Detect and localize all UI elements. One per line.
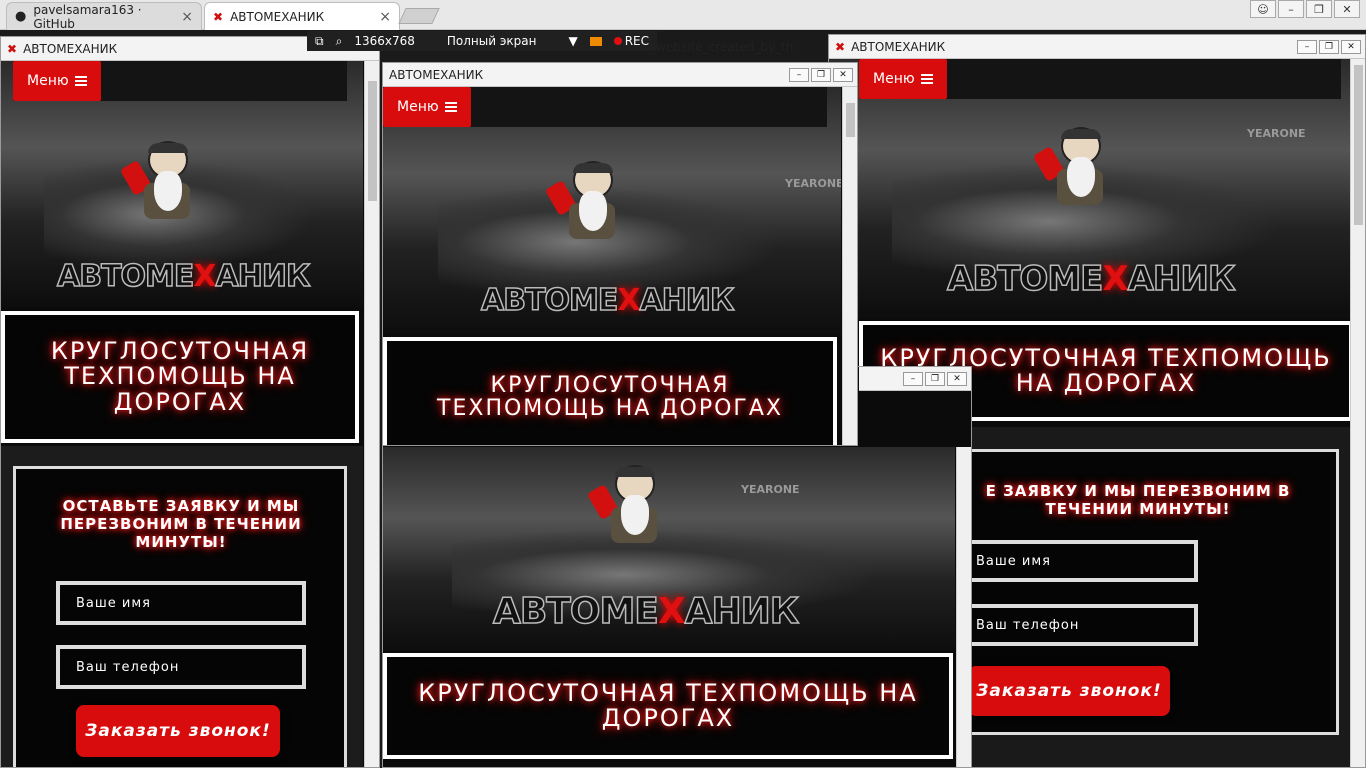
form-title: Оставьте заявку и мы перезвоним в течени… — [60, 497, 302, 551]
minimize-icon[interactable]: – — [903, 371, 923, 386]
zoom-icon[interactable]: ⌕ — [336, 34, 343, 49]
nav-bar: Меню — [383, 87, 827, 127]
wrench-icon: ✖ — [213, 9, 224, 24]
minimize-icon[interactable]: – — [1278, 0, 1304, 18]
car-label: YEARONE — [1247, 127, 1306, 140]
menu-label: Меню — [873, 71, 915, 87]
name-input[interactable]: Ваше имя — [56, 581, 306, 625]
scrollbar[interactable] — [1350, 59, 1365, 767]
rec-label[interactable]: REC — [625, 34, 649, 48]
mascot-image — [586, 457, 673, 557]
resolution-label: 1366x768 — [354, 34, 415, 48]
chevron-down-icon[interactable]: ▼ — [568, 34, 577, 48]
menu-label: Меню — [27, 73, 69, 89]
close-icon[interactable]: × — [181, 9, 193, 25]
mascot-image — [1032, 119, 1119, 219]
site-logo: АВТОМЕХАНИК — [56, 258, 311, 295]
site-logo: АВТОМЕХАНИК — [946, 258, 1236, 300]
hero-banner: Меню YEARONE АВТОМЕХАНИК — [383, 87, 841, 335]
form-section: Оставьте заявку и мы перезвоним в течени… — [1, 446, 363, 767]
callback-form: Оставьте заявку и мы перезвоним в течени… — [13, 466, 347, 767]
tab-github[interactable]: ● pavelsamara163 · GitHub × — [6, 2, 202, 31]
menu-button[interactable]: Меню — [859, 59, 947, 99]
headline-text: Круглосуточная техпомощь на дорогах — [50, 337, 310, 416]
tab-label: АВТОМЕХАНИК — [230, 9, 325, 24]
tab-label: pavelsamara163 · GitHub — [33, 2, 142, 31]
scrollbar[interactable] — [956, 447, 971, 767]
restore-icon[interactable]: ❐ — [925, 371, 945, 386]
restore-icon[interactable]: ❐ — [1319, 39, 1339, 54]
hamburger-icon — [920, 72, 933, 86]
window-title: АВТОМЕХАНИК — [23, 41, 118, 56]
minimize-icon[interactable]: – — [789, 67, 809, 82]
nav-bar: Меню — [13, 61, 347, 101]
car-label: YEARONE — [785, 177, 841, 190]
headline-banner: Круглосуточная техпомощь на дорогах — [383, 337, 837, 445]
close-icon[interactable]: × — [379, 9, 391, 25]
window-icon[interactable]: ⧉ — [315, 34, 324, 49]
car-label: YEARONE — [741, 483, 800, 496]
hero-banner: YEARONE АВТОМЕХАНИК — [383, 447, 955, 651]
window-titlebar: АВТОМЕХАНИК – ❐ ✕ — [383, 63, 857, 87]
user-icon[interactable]: ☺ — [1250, 0, 1276, 18]
menu-button[interactable]: Меню — [13, 61, 101, 101]
name-input[interactable]: Ваше имя — [956, 540, 1198, 582]
menu-label: Меню — [397, 99, 439, 115]
window-controls: ☺ – ❐ ✕ — [1250, 0, 1360, 18]
headline-banner: Круглосуточная техпомощь на дорогах — [1, 311, 359, 443]
mascot-image — [544, 153, 631, 253]
callback-form: е заявку и мы перезвоним в течении минут… — [949, 449, 1339, 735]
site-logo: АВТОМЕХАНИК — [492, 590, 800, 633]
close-icon[interactable]: ✕ — [1334, 0, 1360, 18]
phone-input[interactable]: Ваш телефон — [56, 645, 306, 689]
camera-icon[interactable] — [589, 36, 602, 46]
headline-text: Круглосуточная техпомощь на дорогах — [418, 678, 918, 732]
tab-avtomehanik[interactable]: ✖ АВТОМЕХАНИК × — [204, 2, 400, 30]
menu-button[interactable]: Меню — [383, 87, 471, 127]
close-icon[interactable]: ✕ — [1341, 39, 1361, 54]
hamburger-icon — [444, 100, 457, 114]
headline-banner: Круглосуточная техпомощь на дорогах — [383, 653, 953, 759]
site-logo: АВТОМЕХАНИК — [480, 282, 735, 319]
order-call-button[interactable]: Заказать звонок! — [968, 666, 1170, 716]
mascot-image — [119, 133, 206, 233]
headline-text: Круглосуточная техпомощь на дорогах — [437, 372, 783, 421]
scrollbar[interactable] — [842, 87, 857, 445]
mode-select[interactable]: Полный экран — [447, 34, 537, 48]
scrollbar[interactable] — [364, 61, 379, 767]
phone-input[interactable]: Ваш телефон — [956, 604, 1198, 646]
record-icon[interactable] — [613, 37, 622, 45]
close-icon[interactable]: ✕ — [833, 67, 853, 82]
recorder-toolbar: ⧉ ⌕ 1366x768 Полный экран ▼ REC — [307, 31, 657, 51]
wrench-icon: ✖ — [835, 39, 846, 54]
minimize-icon[interactable]: – — [1297, 39, 1317, 54]
window-medium: АВТОМЕХАНИК – ❐ ✕ Меню YEARONE АВТОМЕХАНИК… — [382, 62, 858, 446]
hamburger-icon — [74, 74, 87, 88]
window-titlebar: – ❐ ✕ — [859, 367, 971, 391]
github-icon: ● — [15, 9, 27, 24]
close-icon[interactable]: ✕ — [947, 371, 967, 386]
restore-icon[interactable]: ❐ — [811, 67, 831, 82]
window-narrow: ✖ АВТОМЕХАНИК Меню АВТОМЕХАНИК Круглосут… — [0, 36, 380, 768]
wrench-icon: ✖ — [7, 41, 18, 56]
window-titlebar: ✖ АВТОМЕХАНИК – ❐ ✕ — [829, 35, 1365, 59]
form-title: е заявку и мы перезвоним в течении минут… — [985, 482, 1291, 518]
hero-banner: Меню АВТОМЕХАНИК — [1, 61, 363, 307]
window-title: АВТОМЕХАНИК — [851, 39, 946, 54]
nav-bar: Меню — [859, 59, 1341, 99]
order-call-button[interactable]: Заказать звонок! — [76, 705, 280, 757]
restore-icon[interactable]: ❐ — [1306, 0, 1332, 18]
window-title: АВТОМЕХАНИК — [389, 67, 484, 82]
hero-banner: Меню YEARONE АВТОМЕХАНИК — [829, 59, 1351, 319]
